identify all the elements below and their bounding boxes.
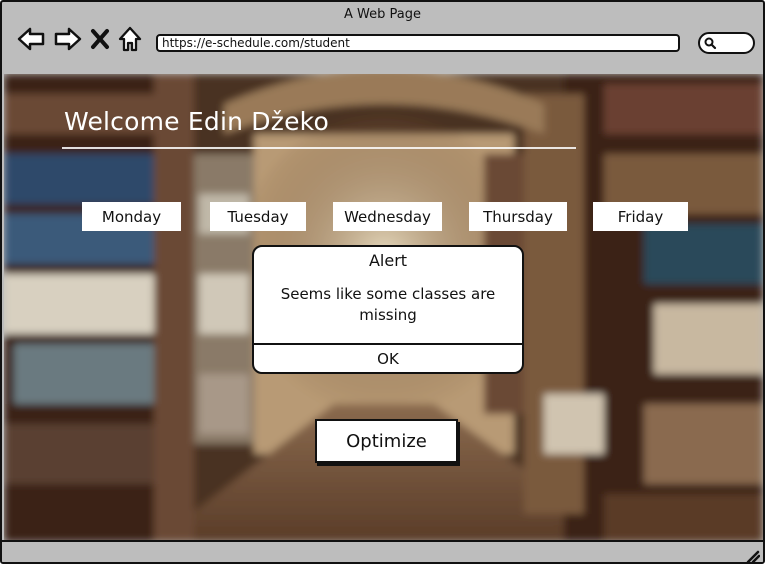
alert-message: Seems like some classes are missing (280, 285, 496, 324)
resize-grip-icon[interactable] (744, 549, 760, 563)
home-button[interactable] (116, 24, 144, 54)
window-title: A Web Page (344, 7, 421, 22)
search-box[interactable] (698, 32, 755, 54)
day-button-monday[interactable]: Monday (82, 202, 181, 231)
status-bar (2, 540, 763, 563)
forward-button[interactable] (53, 24, 83, 54)
search-icon (704, 37, 717, 50)
browser-window: A Web Page https://e-schedule.com/studen… (0, 0, 765, 564)
day-button-thursday[interactable]: Thursday (469, 202, 567, 231)
alert-title: Alert (368, 251, 408, 270)
stop-button[interactable] (88, 24, 112, 54)
heading-divider (62, 147, 576, 149)
back-arrow-icon (17, 27, 45, 51)
close-x-icon (91, 29, 109, 49)
back-button[interactable] (16, 24, 46, 54)
page-content: Welcome Edin Džeko Monday Tuesday Wednes… (4, 74, 763, 542)
day-button-friday[interactable]: Friday (593, 202, 688, 231)
forward-arrow-icon (54, 27, 82, 51)
welcome-heading: Welcome Edin Džeko (64, 107, 329, 136)
alert-ok-button[interactable]: OK (254, 345, 522, 372)
url-text: https://e-schedule.com/student (162, 36, 350, 50)
address-bar[interactable]: https://e-schedule.com/student (156, 34, 680, 52)
home-icon (118, 26, 142, 52)
optimize-button[interactable]: Optimize (315, 419, 458, 463)
day-button-tuesday[interactable]: Tuesday (210, 202, 306, 231)
day-button-wednesday[interactable]: Wednesday (333, 202, 442, 231)
alert-dialog: Alert Seems like some classes are missin… (252, 245, 524, 374)
